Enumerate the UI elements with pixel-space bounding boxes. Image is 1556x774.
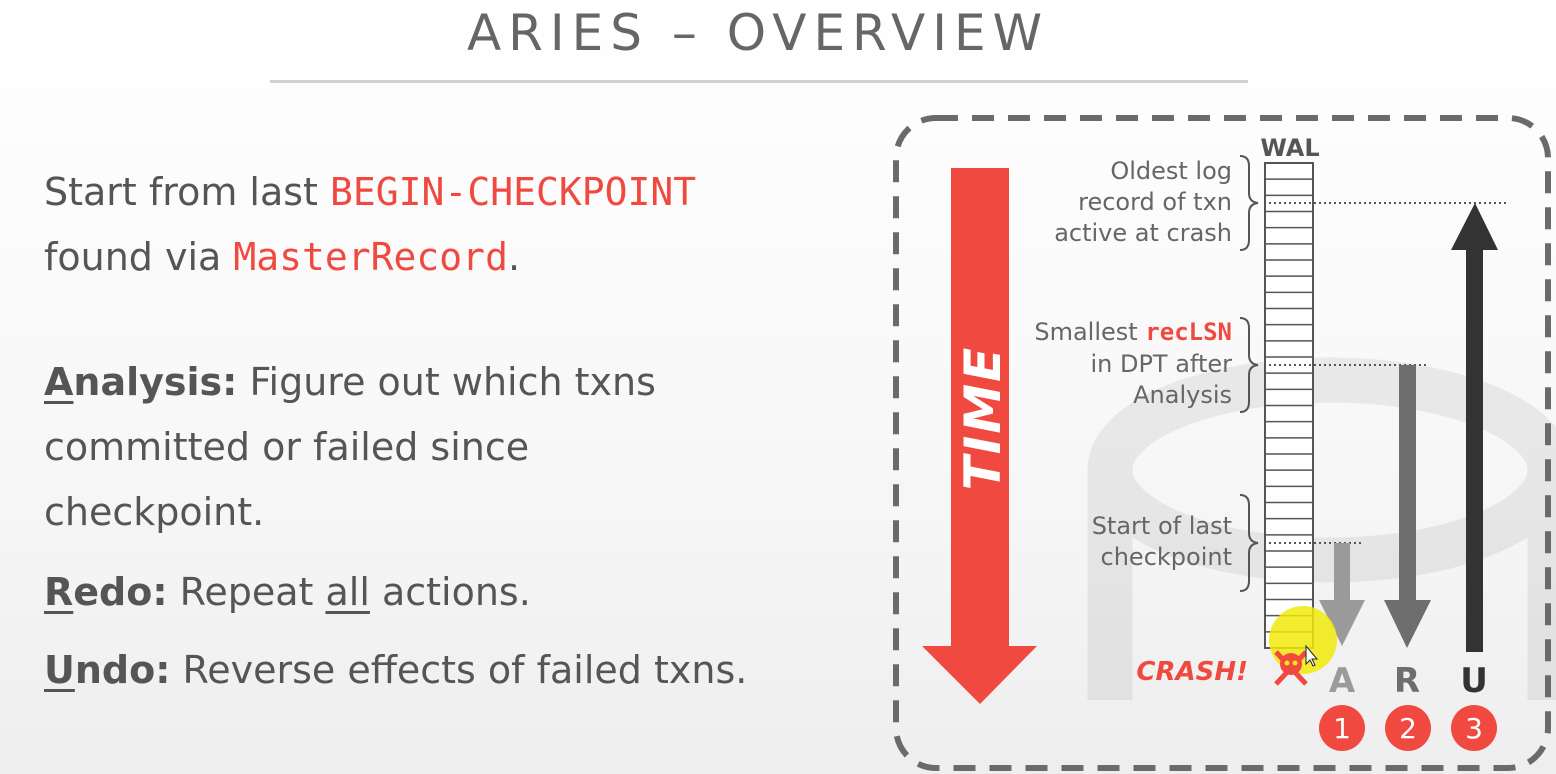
step-number-3: 3: [1465, 712, 1483, 745]
reclsn-keyword: recLSN: [1145, 318, 1232, 346]
annotation-checkpoint-2: checkpoint: [1101, 543, 1232, 571]
crash-label: CRASH!: [1136, 657, 1248, 687]
aries-diagram: TIME WAL Oldest log record of txn active…: [893, 115, 1556, 771]
annotation-reclsn-1: Smallest recLSN: [1034, 318, 1232, 346]
step-badge-2: 2: [1385, 705, 1431, 751]
step-badge-1: 1: [1319, 705, 1365, 751]
annotation-oldest-3: active at crash: [1054, 219, 1232, 247]
step-number-1: 1: [1333, 712, 1351, 745]
step-badge-3: 3: [1451, 705, 1497, 751]
brace-oldest: [1239, 155, 1259, 251]
annotation-reclsn-3: Analysis: [1133, 381, 1232, 409]
phase-letter-analysis: A: [1329, 661, 1356, 701]
annotation-oldest-2: record of txn: [1078, 188, 1232, 216]
annotation-oldest-1: Oldest log: [1110, 157, 1232, 185]
wal-log: [1264, 162, 1314, 649]
step-number-2: 2: [1399, 712, 1417, 745]
annotation-reclsn-prefix: Smallest: [1034, 318, 1145, 346]
phase-letter-undo: U: [1460, 661, 1488, 701]
annotation-checkpoint-1: Start of last: [1092, 512, 1232, 540]
annotation-reclsn-2: in DPT after: [1090, 350, 1232, 378]
cursor-highlight: [1269, 606, 1337, 674]
wal-label: WAL: [1260, 134, 1319, 162]
time-label: TIME: [954, 346, 1012, 491]
phase-letter-redo: R: [1394, 661, 1420, 701]
